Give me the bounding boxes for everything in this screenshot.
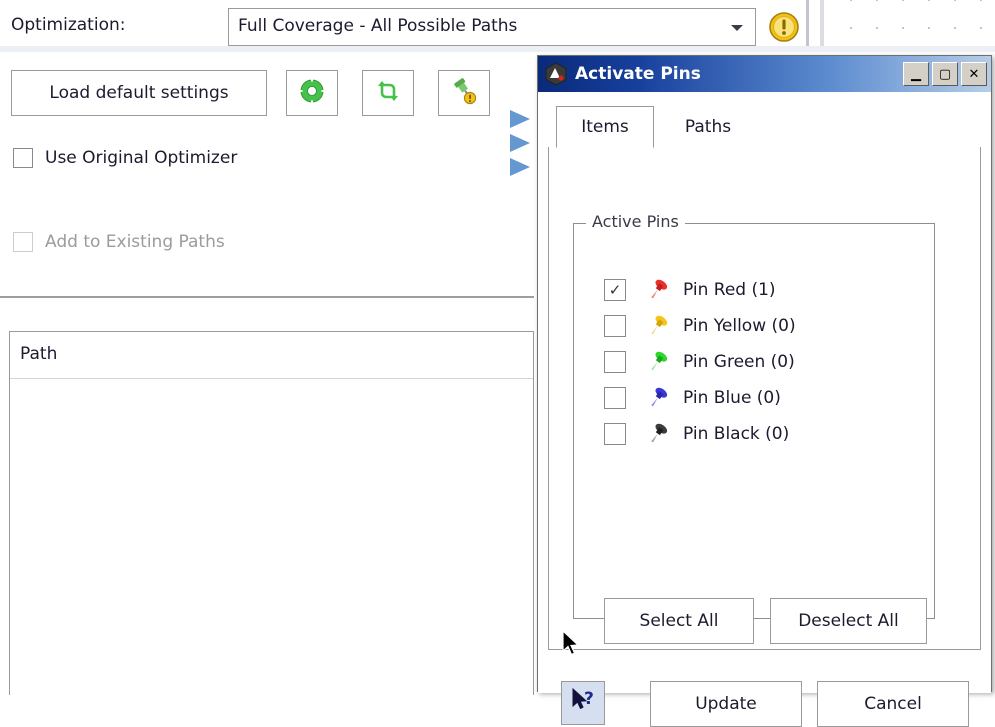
sync-refresh-button[interactable] (362, 70, 414, 116)
pin-black-icon (644, 421, 674, 447)
blue-chevron-icon (510, 134, 530, 152)
path-table: Path (9, 331, 534, 695)
pin-red-checkbox[interactable]: ✓ (604, 279, 626, 301)
panel-divider (806, 0, 809, 46)
pin-blue-label: Pin Blue (0) (683, 388, 781, 408)
section-divider (0, 296, 534, 298)
select-all-button[interactable]: Select All (604, 598, 754, 644)
minimize-icon: ▁ (911, 67, 921, 82)
pin-black-checkbox[interactable] (604, 423, 626, 445)
canvas-dot-grid (830, 0, 995, 46)
svg-text:?: ? (584, 689, 594, 709)
optimization-label: Optimization: (11, 15, 126, 35)
whats-this-help-icon: ? (569, 687, 597, 719)
optimization-combobox-value: Full Coverage - All Possible Paths (238, 16, 518, 36)
pin-yellow-label: Pin Yellow (0) (683, 316, 796, 336)
minimize-button[interactable]: ▁ (903, 62, 929, 86)
pin-warning-button[interactable] (438, 70, 490, 116)
maximize-button[interactable]: ▢ (932, 62, 958, 86)
cancel-button[interactable]: Cancel (817, 681, 969, 727)
pin-row-black[interactable]: Pin Black (0) (604, 419, 789, 449)
pin-green-label: Pin Green (0) (683, 352, 795, 372)
use-original-optimizer-checkbox-row[interactable]: Use Original Optimizer (13, 148, 237, 168)
optimization-combobox[interactable]: Full Coverage - All Possible Paths (228, 8, 756, 46)
dialog-title: Activate Pins (575, 64, 701, 84)
use-original-optimizer-label: Use Original Optimizer (45, 148, 238, 168)
path-column-header[interactable]: Path (20, 344, 57, 364)
pin-yellow-icon (644, 313, 674, 339)
pin-row-yellow[interactable]: Pin Yellow (0) (604, 311, 796, 341)
gear-icon-button[interactable] (286, 70, 338, 116)
dialog-titlebar[interactable]: Activate Pins ▁ ▢ ✕ (538, 56, 991, 92)
add-to-existing-paths-checkbox (13, 232, 33, 252)
active-pins-groupbox-legend: Active Pins (586, 212, 685, 231)
path-table-header-row: Path (10, 332, 533, 379)
whats-this-help-button[interactable]: ? (561, 681, 605, 725)
add-to-existing-paths-label: Add to Existing Paths (45, 232, 225, 252)
blue-chevron-icon-group[interactable] (508, 108, 538, 182)
panel-divider-secondary (820, 0, 824, 46)
add-to-existing-paths-checkbox-row: Add to Existing Paths (13, 232, 225, 252)
pin-green-icon (644, 349, 674, 375)
pin-yellow-checkbox[interactable] (604, 315, 626, 337)
checkmark-icon: ✓ (608, 280, 622, 299)
sync-refresh-icon (373, 76, 403, 110)
app-hexagon-icon (544, 62, 568, 86)
pin-row-blue[interactable]: Pin Blue (0) (604, 383, 781, 413)
activate-pins-dialog[interactable]: Activate Pins ▁ ▢ ✕ Items Paths Active P… (537, 55, 992, 727)
close-button[interactable]: ✕ (961, 62, 987, 86)
optimization-row: Optimization: Full Coverage - All Possib… (0, 0, 995, 52)
pin-blue-checkbox[interactable] (604, 387, 626, 409)
tabstrip: Items Paths (548, 106, 981, 148)
use-original-optimizer-checkbox[interactable] (13, 148, 33, 168)
load-default-settings-button[interactable]: Load default settings (11, 70, 267, 116)
pin-blue-icon (644, 385, 674, 411)
maximize-icon: ▢ (938, 66, 952, 82)
pin-row-red[interactable]: ✓ Pin Red (1) (604, 275, 776, 305)
deselect-all-button[interactable]: Deselect All (770, 598, 927, 644)
close-icon: ✕ (968, 66, 980, 82)
warning-exclamation-icon[interactable] (766, 9, 802, 45)
dialog-body: Items Paths Active Pins ✓ Pin Red (1) Pi… (538, 92, 991, 727)
pin-red-icon (644, 277, 674, 303)
blue-chevron-icon (510, 158, 530, 176)
update-button[interactable]: Update (650, 681, 802, 727)
pin-black-label: Pin Black (0) (683, 424, 790, 444)
pin-red-label: Pin Red (1) (683, 280, 776, 300)
tab-paths[interactable]: Paths (663, 106, 753, 148)
gear-icon (297, 76, 327, 110)
tab-items[interactable]: Items (556, 106, 654, 148)
pin-warning-icon (449, 76, 479, 110)
chevron-down-icon[interactable] (731, 25, 743, 31)
pin-row-green[interactable]: Pin Green (0) (604, 347, 795, 377)
blue-chevron-icon (510, 110, 530, 128)
pin-green-checkbox[interactable] (604, 351, 626, 373)
